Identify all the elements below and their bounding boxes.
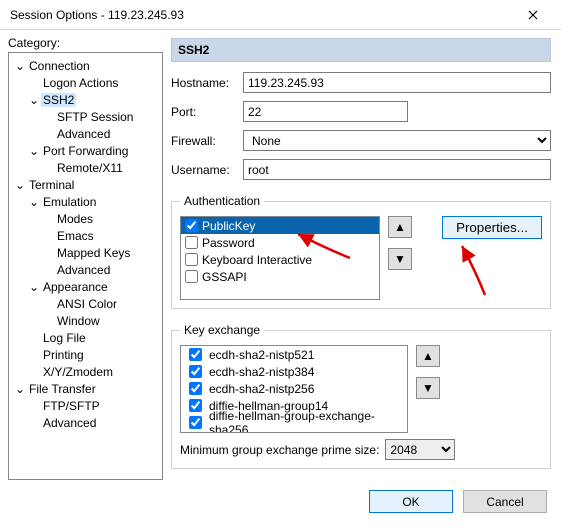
- chevron-down-icon[interactable]: ⌄: [27, 144, 41, 158]
- tree-ftp-sftp[interactable]: FTP/SFTP: [9, 397, 162, 414]
- tree-emulation[interactable]: ⌄Emulation: [9, 193, 162, 210]
- main-area: Category: ⌄Connection Logon Actions ⌄SSH…: [0, 30, 561, 480]
- tree-connection[interactable]: ⌄Connection: [9, 57, 162, 74]
- prime-label: Minimum group exchange prime size:: [180, 443, 379, 457]
- auth-check-gssapi[interactable]: [185, 270, 198, 283]
- prime-select[interactable]: 2048: [385, 439, 455, 460]
- auth-move-down-button[interactable]: ▼: [388, 248, 412, 270]
- auth-check-keyboard[interactable]: [185, 253, 198, 266]
- tree-file-transfer[interactable]: ⌄File Transfer: [9, 380, 162, 397]
- tree-mapped-keys[interactable]: Mapped Keys: [9, 244, 162, 261]
- right-panel: SSH2 Hostname: Port: Firewall: None User…: [169, 36, 553, 480]
- username-row: Username:: [171, 159, 551, 180]
- tree-modes[interactable]: Modes: [9, 210, 162, 227]
- port-row: Port:: [171, 101, 551, 122]
- auth-check-password[interactable]: [185, 236, 198, 249]
- tree-xyzmodem[interactable]: X/Y/Zmodem: [9, 363, 162, 380]
- firewall-select[interactable]: None: [243, 130, 551, 151]
- username-label: Username:: [171, 163, 243, 177]
- firewall-row: Firewall: None: [171, 130, 551, 151]
- auth-updown: ▲ ▼: [388, 216, 412, 270]
- category-column: Category: ⌄Connection Logon Actions ⌄SSH…: [8, 36, 163, 480]
- tree-window[interactable]: Window: [9, 312, 162, 329]
- tree-terminal[interactable]: ⌄Terminal: [9, 176, 162, 193]
- chevron-down-icon[interactable]: ⌄: [27, 93, 41, 107]
- chevron-down-icon[interactable]: ⌄: [13, 382, 27, 396]
- close-button[interactable]: [513, 1, 553, 29]
- up-icon: ▲: [422, 349, 434, 363]
- kex-item[interactable]: ecdh-sha2-nistp521: [181, 346, 407, 363]
- port-label: Port:: [171, 105, 243, 119]
- auth-item-password[interactable]: Password: [181, 234, 379, 251]
- tree-printing[interactable]: Printing: [9, 346, 162, 363]
- titlebar: Session Options - 119.23.245.93: [0, 0, 561, 30]
- hostname-row: Hostname:: [171, 72, 551, 93]
- chevron-down-icon[interactable]: ⌄: [13, 59, 27, 73]
- kex-check[interactable]: [189, 399, 202, 412]
- kex-legend: Key exchange: [180, 323, 264, 337]
- down-icon: ▼: [394, 252, 406, 266]
- properties-button[interactable]: Properties...: [442, 216, 542, 239]
- kex-fieldset: Key exchange ecdh-sha2-nistp521 ecdh-sha…: [171, 323, 551, 469]
- tree-port-forwarding[interactable]: ⌄Port Forwarding: [9, 142, 162, 159]
- tree-ansi-color[interactable]: ANSI Color: [9, 295, 162, 312]
- tree-ssh2-advanced[interactable]: Advanced: [9, 125, 162, 142]
- panel-heading: SSH2: [171, 38, 551, 62]
- auth-check-publickey[interactable]: [185, 219, 198, 232]
- ok-button[interactable]: OK: [369, 490, 453, 513]
- kex-move-up-button[interactable]: ▲: [416, 345, 440, 367]
- kex-updown: ▲ ▼: [416, 345, 440, 399]
- tree-emacs[interactable]: Emacs: [9, 227, 162, 244]
- tree-ft-advanced[interactable]: Advanced: [9, 414, 162, 431]
- auth-fieldset: Authentication PublicKey Password Keyboa…: [171, 194, 551, 309]
- auth-item-publickey[interactable]: PublicKey: [181, 217, 379, 234]
- port-input[interactable]: [243, 101, 408, 122]
- tree-sftp-session[interactable]: SFTP Session: [9, 108, 162, 125]
- kex-check[interactable]: [189, 365, 202, 378]
- username-input[interactable]: [243, 159, 551, 180]
- dialog-buttons: OK Cancel: [0, 480, 561, 513]
- auth-move-up-button[interactable]: ▲: [388, 216, 412, 238]
- auth-item-keyboard[interactable]: Keyboard Interactive: [181, 251, 379, 268]
- chevron-down-icon[interactable]: ⌄: [13, 178, 27, 192]
- window-title: Session Options - 119.23.245.93: [10, 8, 513, 22]
- firewall-label: Firewall:: [171, 134, 243, 148]
- tree-remote-x11[interactable]: Remote/X11: [9, 159, 162, 176]
- auth-item-gssapi[interactable]: GSSAPI: [181, 268, 379, 285]
- tree-emu-advanced[interactable]: Advanced: [9, 261, 162, 278]
- cancel-button[interactable]: Cancel: [463, 490, 547, 513]
- auth-legend: Authentication: [180, 194, 264, 208]
- hostname-label: Hostname:: [171, 76, 243, 90]
- prime-row: Minimum group exchange prime size: 2048: [180, 439, 542, 460]
- kex-listbox[interactable]: ecdh-sha2-nistp521 ecdh-sha2-nistp384 ec…: [180, 345, 408, 433]
- kex-item[interactable]: ecdh-sha2-nistp384: [181, 363, 407, 380]
- category-label: Category:: [8, 36, 163, 50]
- kex-item[interactable]: ecdh-sha2-nistp256: [181, 380, 407, 397]
- tree-ssh2[interactable]: ⌄SSH2: [9, 91, 162, 108]
- kex-check[interactable]: [189, 348, 202, 361]
- category-tree[interactable]: ⌄Connection Logon Actions ⌄SSH2 SFTP Ses…: [8, 52, 163, 480]
- kex-check[interactable]: [189, 382, 202, 395]
- up-icon: ▲: [394, 220, 406, 234]
- tree-log-file[interactable]: Log File: [9, 329, 162, 346]
- kex-move-down-button[interactable]: ▼: [416, 377, 440, 399]
- down-icon: ▼: [422, 381, 434, 395]
- chevron-down-icon[interactable]: ⌄: [27, 195, 41, 209]
- tree-logon-actions[interactable]: Logon Actions: [9, 74, 162, 91]
- kex-item[interactable]: diffie-hellman-group-exchange-sha256: [181, 414, 407, 431]
- tree-appearance[interactable]: ⌄Appearance: [9, 278, 162, 295]
- hostname-input[interactable]: [243, 72, 551, 93]
- kex-check[interactable]: [189, 416, 202, 429]
- chevron-down-icon[interactable]: ⌄: [27, 280, 41, 294]
- auth-listbox[interactable]: PublicKey Password Keyboard Interactive …: [180, 216, 380, 300]
